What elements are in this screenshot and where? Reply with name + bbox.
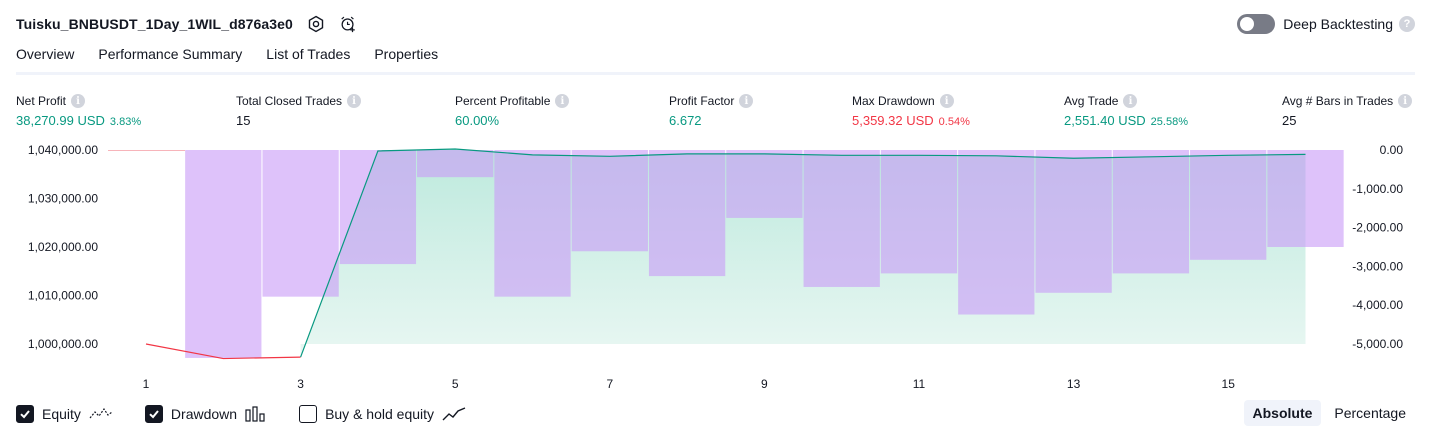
info-icon[interactable]: i (347, 94, 362, 108)
drawdown-bar (958, 150, 1035, 315)
right-axis-tick-label: 0.00 (1380, 143, 1404, 157)
info-icon[interactable]: i (1123, 94, 1138, 108)
checkbox-unchecked-icon[interactable] (299, 405, 318, 423)
stat-percent: 3.83% (109, 116, 142, 128)
left-axis-tick-label: 1,010,000.00 (28, 289, 98, 303)
drawdown-bar (1267, 150, 1344, 247)
tab-properties[interactable]: Properties (374, 46, 438, 73)
left-axis-tick-label: 1,030,000.00 (28, 192, 98, 206)
stat-value: 2,551.40 USD (1064, 113, 1146, 128)
stat-label: Net Profit (16, 94, 67, 108)
legend-drawdown[interactable]: Drawdown (144, 405, 267, 423)
stat-percent-profitable: Percent Profitable i 60.00% (455, 92, 570, 128)
stat-total-closed-trades: Total Closed Trades i 15 (236, 92, 362, 128)
legend-buy-hold-equity[interactable]: Buy & hold equity (299, 405, 466, 423)
legend-label: Equity (42, 406, 81, 422)
deep-backtesting-toggle[interactable] (1237, 14, 1276, 34)
info-icon[interactable]: i (939, 94, 954, 108)
legend-label: Drawdown (170, 406, 238, 422)
stat-value: 60.00% (455, 113, 500, 128)
chart-legend: Equity Drawdown Buy & hold equity (16, 403, 498, 425)
equity-drawdown-chart[interactable]: 1,040,000.00 1,030,000.00 1,020,000.00 1,01… (0, 138, 1431, 396)
stat-max-drawdown: Max Drawdown i 5,359.32 USD 0.54% (852, 92, 970, 128)
stat-avg-bars-in-trades: Avg # Bars in Trades i 25 (1282, 92, 1413, 128)
x-axis-tick-label: 13 (1067, 377, 1081, 391)
stat-label: Max Drawdown (852, 94, 935, 108)
tabs-divider (16, 72, 1415, 75)
mode-absolute-button[interactable]: Absolute (1243, 400, 1322, 426)
tab-bar: Overview Performance Summary List of Tra… (16, 46, 462, 75)
stat-label: Avg # Bars in Trades (1282, 94, 1394, 108)
stat-label: Profit Factor (669, 94, 735, 108)
tab-list-of-trades[interactable]: List of Trades (266, 46, 350, 73)
drawdown-bar (803, 150, 880, 287)
drawdown-bar (726, 150, 803, 218)
x-axis-tick-label: 15 (1222, 377, 1236, 391)
drawdown-bar (417, 150, 494, 178)
x-axis-tick-label: 9 (761, 377, 768, 391)
info-icon[interactable]: i (739, 94, 754, 108)
strategy-name: Tuisku_BNBUSDT_1Day_1WIL_d876a3e0 (16, 16, 293, 32)
x-axis-tick-label: 7 (606, 377, 613, 391)
drawdown-bars-icon (245, 406, 267, 422)
stat-value: 15 (236, 113, 251, 128)
stat-value: 38,270.99 USD (16, 113, 105, 128)
legend-equity[interactable]: Equity (16, 405, 113, 423)
stat-percent: 25.58% (1150, 116, 1188, 128)
stat-label: Percent Profitable (455, 94, 551, 108)
drawdown-bar (648, 150, 726, 277)
drawdown-bar (185, 150, 262, 358)
right-axis-tick-label: -4,000.00 (1352, 298, 1403, 312)
stat-label: Total Closed Trades (236, 94, 343, 108)
right-axis-tick-label: -3,000.00 (1352, 259, 1403, 273)
display-mode-switch: Absolute Percentage (1240, 400, 1416, 426)
stat-label: Avg Trade (1064, 94, 1119, 108)
checkbox-checked-icon[interactable] (16, 405, 34, 423)
info-icon[interactable]: i (1398, 94, 1413, 108)
left-axis-tick-label: 1,020,000.00 (28, 240, 98, 254)
tab-performance-summary[interactable]: Performance Summary (98, 46, 242, 73)
strategy-header: Tuisku_BNBUSDT_1Day_1WIL_d876a3e0 (16, 12, 357, 36)
stat-net-profit: Net Profit i 38,270.99 USD 3.83% (16, 92, 141, 128)
add-alarm-icon[interactable] (339, 15, 357, 33)
drawdown-bar (339, 150, 417, 265)
hexagon-gear-icon[interactable] (307, 15, 325, 33)
tab-overview[interactable]: Overview (16, 46, 75, 75)
info-icon[interactable]: i (71, 94, 86, 108)
stat-value: 6.672 (669, 113, 702, 128)
stat-avg-trade: Avg Trade i 2,551.40 USD 25.58% (1064, 92, 1188, 128)
deep-backtesting: Deep Backtesting ? (1237, 13, 1415, 35)
right-axis-tick-label: -2,000.00 (1352, 221, 1403, 235)
drawdown-bar (262, 150, 339, 297)
checkbox-checked-icon[interactable] (144, 405, 163, 423)
x-axis-tick-label: 3 (297, 377, 304, 391)
x-axis-tick-label: 1 (143, 377, 150, 391)
info-icon[interactable]: i (555, 94, 570, 108)
stat-percent: 0.54% (938, 116, 970, 128)
drawdown-bar (1190, 150, 1267, 260)
equity-line-icon (89, 406, 113, 422)
toggle-knob (1240, 17, 1255, 31)
drawdown-bar (1035, 150, 1112, 293)
drawdown-bar (494, 150, 571, 297)
mode-percentage-button[interactable]: Percentage (1325, 400, 1415, 426)
left-axis-tick-label: 1,000,000.00 (28, 337, 98, 351)
stat-profit-factor: Profit Factor i 6.672 (669, 92, 754, 128)
stats-row: Net Profit i 38,270.99 USD 3.83% Total Clo… (0, 92, 1431, 132)
deep-backtesting-label: Deep Backtesting (1283, 16, 1393, 32)
x-axis-tick-label: 5 (452, 377, 459, 391)
drawdown-bar (880, 150, 958, 274)
drawdown-bar (571, 150, 648, 252)
legend-label: Buy & hold equity (325, 406, 435, 422)
buy-hold-line-icon (442, 406, 466, 422)
left-axis-tick-label: 1,040,000.00 (28, 143, 98, 157)
stat-value: 5,359.32 USD (852, 113, 934, 128)
question-mark-icon[interactable]: ? (1399, 16, 1415, 32)
right-axis-tick-label: -5,000.00 (1352, 337, 1403, 351)
x-axis-tick-label: 11 (913, 377, 926, 391)
drawdown-bar (1112, 150, 1190, 274)
right-axis-tick-label: -1,000.00 (1352, 182, 1403, 196)
stat-value: 25 (1282, 113, 1297, 128)
